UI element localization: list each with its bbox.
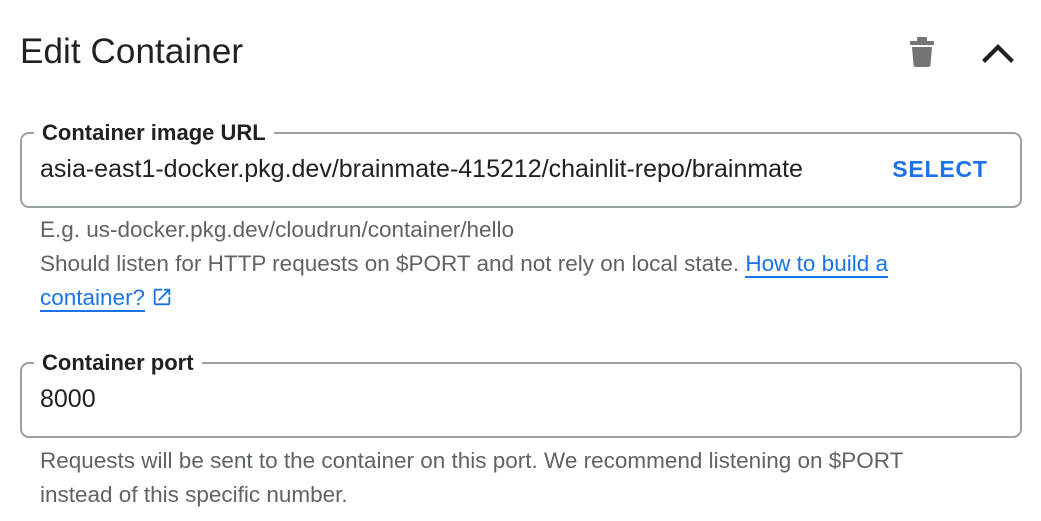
container-image-url-label: Container image URL xyxy=(34,119,274,147)
container-port-label: Container port xyxy=(34,349,202,377)
hint-text: Should listen for HTTP requests on $PORT… xyxy=(40,251,740,276)
trash-icon xyxy=(910,37,934,67)
container-port-hint: Requests will be sent to the container o… xyxy=(40,444,980,512)
container-image-url-hint: E.g. us-docker.pkg.dev/cloudrun/containe… xyxy=(40,213,980,315)
container-port-input[interactable] xyxy=(40,382,980,416)
container-header: Edit Container xyxy=(20,28,1022,76)
collapse-button[interactable] xyxy=(974,28,1022,76)
container-port-field: Container port xyxy=(20,349,1022,438)
delete-container-button[interactable] xyxy=(898,28,946,76)
hint-description: Should listen for HTTP requests on $PORT… xyxy=(40,247,980,315)
page-title: Edit Container xyxy=(20,32,244,71)
container-image-url-input[interactable] xyxy=(40,152,855,186)
container-image-url-field: Container image URL SELECT xyxy=(20,119,1022,208)
select-image-button[interactable]: SELECT xyxy=(880,148,1000,190)
chevron-up-icon xyxy=(982,44,1014,63)
port-hint-text: Requests will be sent to the container o… xyxy=(40,448,903,507)
external-link-icon xyxy=(153,288,171,306)
hint-example: E.g. us-docker.pkg.dev/cloudrun/containe… xyxy=(40,217,515,242)
